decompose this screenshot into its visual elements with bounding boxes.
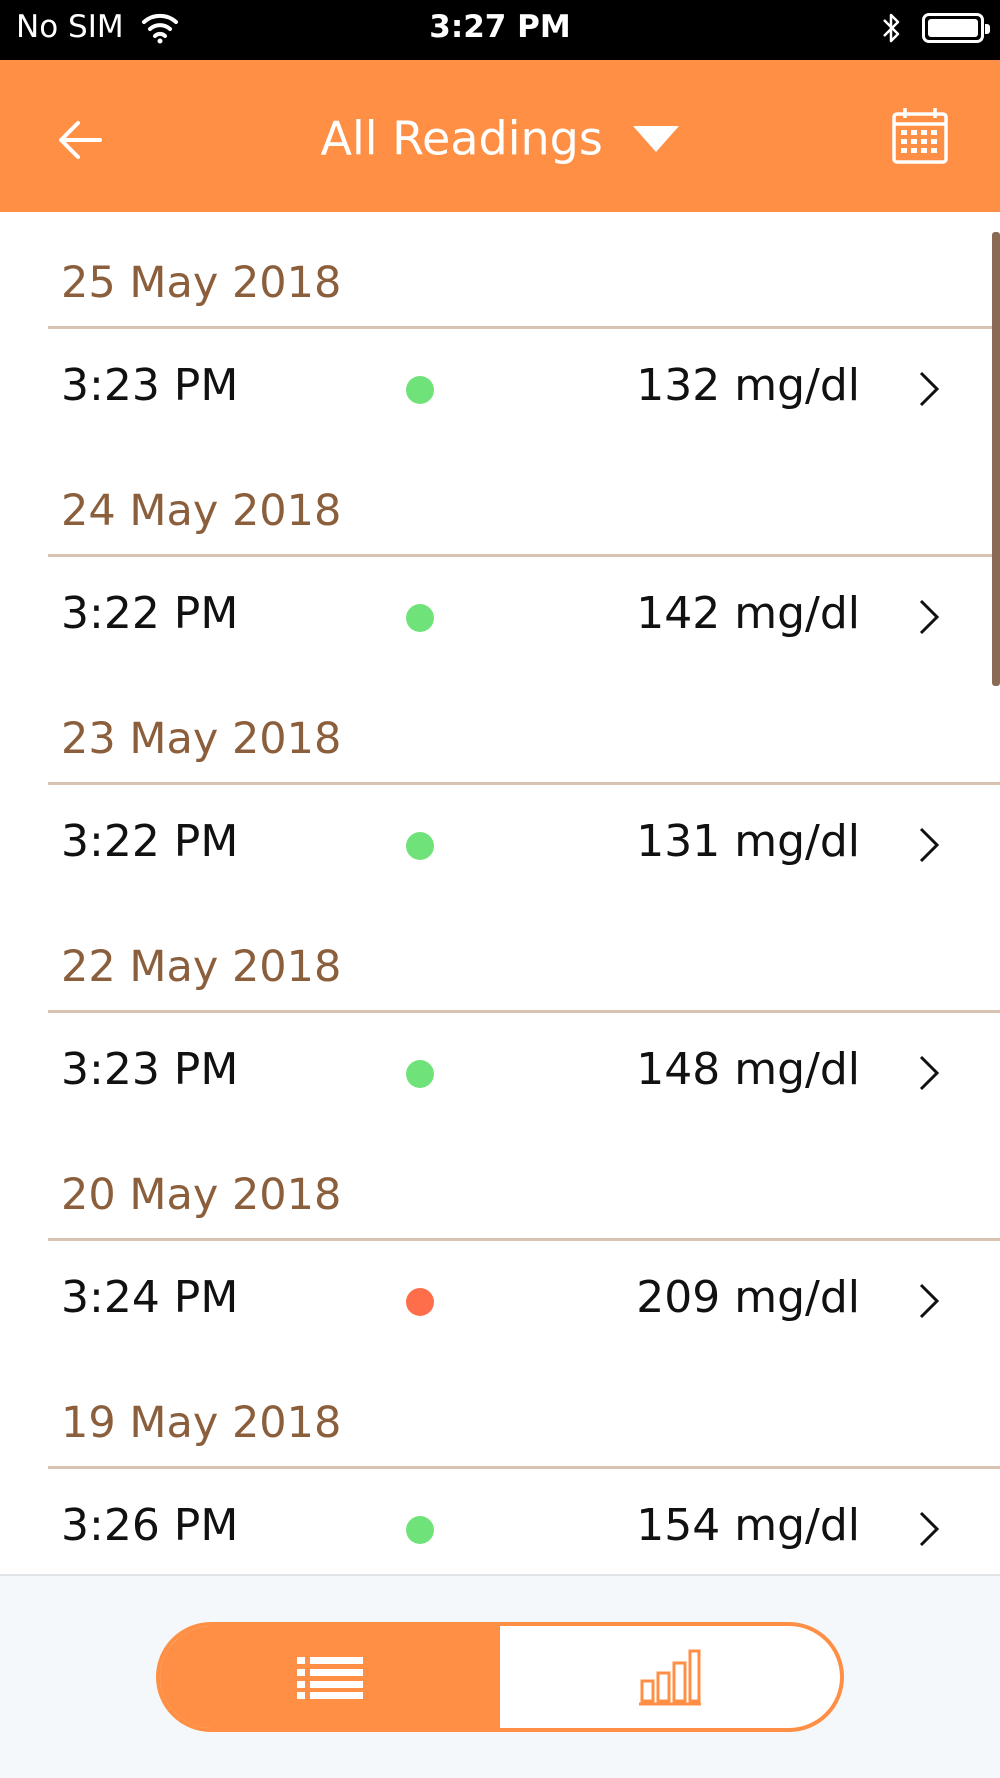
divider xyxy=(48,1466,1000,1469)
date-header: 25 May 2018 xyxy=(61,258,342,308)
chevron-right-icon xyxy=(919,827,940,863)
status-dot xyxy=(406,376,434,404)
page-title: All Readings xyxy=(320,111,603,166)
reading-time: 3:23 PM xyxy=(61,1044,239,1095)
reading-row[interactable]: 3:24 PM 209 mg/dl xyxy=(0,1242,1000,1352)
reading-row[interactable]: 3:22 PM 131 mg/dl xyxy=(0,786,1000,896)
bar-chart-icon xyxy=(639,1649,701,1706)
divider xyxy=(48,1238,1000,1241)
date-header: 19 May 2018 xyxy=(61,1398,342,1448)
reading-row[interactable]: 3:23 PM 148 mg/dl xyxy=(0,1014,1000,1124)
caret-down-icon xyxy=(633,125,680,152)
reading-time: 3:26 PM xyxy=(61,1500,239,1551)
date-header: 20 May 2018 xyxy=(61,1170,342,1220)
readings-list[interactable]: 25 May 2018 3:23 PM 132 mg/dl 24 May 201… xyxy=(0,212,1000,1574)
reading-value: 142 mg/dl xyxy=(636,588,860,639)
list-view-tab[interactable] xyxy=(160,1626,500,1728)
reading-time: 3:22 PM xyxy=(61,816,239,867)
reading-value: 209 mg/dl xyxy=(636,1272,860,1323)
reading-value: 132 mg/dl xyxy=(636,360,860,411)
battery-icon xyxy=(922,13,990,43)
reading-time: 3:24 PM xyxy=(61,1272,239,1323)
readings-filter-dropdown[interactable]: All Readings xyxy=(0,108,1000,166)
date-header: 23 May 2018 xyxy=(61,714,342,764)
status-dot xyxy=(406,1516,434,1544)
reading-section: 25 May 2018 3:23 PM 132 mg/dl xyxy=(0,212,1000,440)
status-dot xyxy=(406,832,434,860)
reading-value: 131 mg/dl xyxy=(636,816,860,867)
calendar-button[interactable] xyxy=(890,106,950,166)
chevron-right-icon xyxy=(919,371,940,407)
chevron-right-icon xyxy=(919,1283,940,1319)
divider xyxy=(48,782,1000,785)
reading-row[interactable]: 3:26 PM 154 mg/dl xyxy=(0,1470,1000,1574)
reading-row[interactable]: 3:23 PM 132 mg/dl xyxy=(0,330,1000,440)
reading-time: 3:23 PM xyxy=(61,360,239,411)
status-bar: No SIM 3:27 PM xyxy=(0,0,1000,60)
reading-section: 22 May 2018 3:23 PM 148 mg/dl xyxy=(0,896,1000,1124)
status-dot xyxy=(406,604,434,632)
status-right xyxy=(880,10,990,46)
list-icon xyxy=(297,1657,363,1699)
chevron-right-icon xyxy=(919,1055,940,1091)
reading-time: 3:22 PM xyxy=(61,588,239,639)
reading-section: 24 May 2018 3:22 PM 142 mg/dl xyxy=(0,440,1000,668)
status-dot xyxy=(406,1288,434,1316)
reading-section: 20 May 2018 3:24 PM 209 mg/dl xyxy=(0,1124,1000,1352)
view-segmented-control xyxy=(156,1622,844,1732)
nav-bar: All Readings xyxy=(0,60,1000,212)
reading-value: 154 mg/dl xyxy=(636,1500,860,1551)
reading-section: 23 May 2018 3:22 PM 131 mg/dl xyxy=(0,668,1000,896)
status-time: 3:27 PM xyxy=(429,9,571,45)
status-dot xyxy=(406,1060,434,1088)
scroll-indicator[interactable] xyxy=(992,232,1000,686)
chevron-right-icon xyxy=(919,1511,940,1547)
divider xyxy=(48,326,1000,329)
chevron-right-icon xyxy=(919,599,940,635)
reading-section: 19 May 2018 3:26 PM 154 mg/dl xyxy=(0,1352,1000,1574)
divider xyxy=(48,554,1000,557)
reading-value: 148 mg/dl xyxy=(636,1044,860,1095)
reading-row[interactable]: 3:22 PM 142 mg/dl xyxy=(0,558,1000,668)
chart-view-tab[interactable] xyxy=(500,1626,840,1728)
calendar-icon xyxy=(892,108,948,164)
date-header: 24 May 2018 xyxy=(61,486,342,536)
date-header: 22 May 2018 xyxy=(61,942,342,992)
divider xyxy=(48,1010,1000,1013)
bluetooth-icon xyxy=(883,13,900,43)
bottom-bar xyxy=(0,1574,1000,1778)
